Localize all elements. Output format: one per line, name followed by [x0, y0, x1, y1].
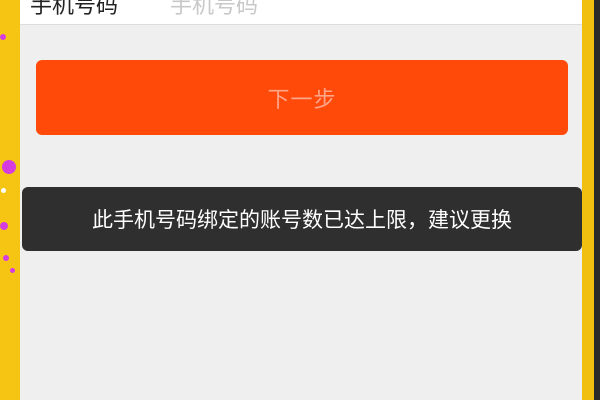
left-decorative-border [0, 0, 20, 400]
phone-number-label: 手机号码 [30, 0, 119, 19]
phone-screen: 手机号码 手机号码 下一步 此手机号码绑定的账号数已达上限，建议更换 [20, 0, 582, 400]
toast-message: 此手机号码绑定的账号数已达上限，建议更换 [22, 187, 582, 251]
phone-number-placeholder[interactable]: 手机号码 [170, 0, 258, 20]
phone-number-field[interactable]: 手机号码 手机号码 [20, 0, 582, 25]
confetti-dot [2, 160, 16, 174]
next-step-button[interactable]: 下一步 [36, 60, 568, 135]
confetti-dot [3, 255, 9, 261]
confetti-dot [0, 34, 6, 40]
right-dark-edge [594, 0, 600, 400]
confetti-dot [1, 188, 6, 193]
right-decorative-border [582, 0, 600, 400]
confetti-dot [0, 222, 8, 230]
confetti-dot [10, 268, 15, 273]
